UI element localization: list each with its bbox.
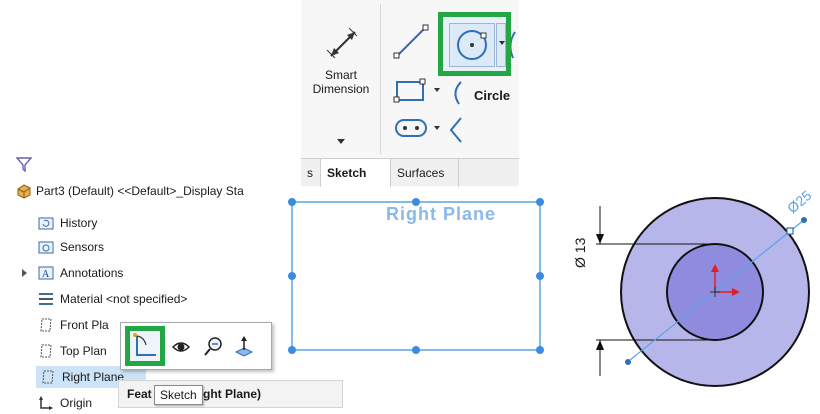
tree-item-label: Right Plane [62, 370, 125, 384]
sketch-icon [133, 333, 156, 356]
tree-item-label: Material <not specified> [60, 292, 188, 306]
circle-tooltip-label: Circle [474, 88, 511, 103]
circle-button-face[interactable] [449, 23, 495, 67]
tree-item-label: History [60, 216, 98, 230]
svg-text:A: A [42, 269, 50, 280]
origin-icon [39, 396, 53, 410]
plane-icon [40, 318, 52, 332]
part-icon [17, 184, 31, 199]
chevron-down-icon [499, 41, 505, 45]
tree-root-label: Part3 (Default) <<Default>_Display Sta [36, 184, 244, 198]
plane-icon [40, 344, 52, 358]
tree-item-label: Front Pla [60, 318, 109, 332]
history-folder-icon [38, 217, 54, 230]
smart-dimension-icon[interactable] [325, 26, 361, 62]
circle-dropdown[interactable] [496, 23, 506, 67]
tab-surfaces[interactable]: Surfaces [391, 159, 459, 187]
tree-root-part[interactable]: Part3 (Default) <<Default>_Display Sta [8, 180, 276, 202]
tab-sketch[interactable]: Sketch [321, 159, 391, 187]
slot-icon[interactable] [393, 116, 429, 140]
feature-name-bar: Feat ght Plane) [118, 380, 343, 408]
tab-features[interactable]: s [301, 159, 321, 187]
sketch-button[interactable] [125, 326, 165, 366]
material-icon [39, 293, 53, 305]
tree-item-label: Sensors [60, 240, 105, 254]
annotations-icon: A [38, 266, 54, 280]
context-toolbar [120, 322, 272, 370]
smart-dimension-button[interactable]: Smart Dimension [303, 68, 379, 96]
feature-bar-suffix: ght Plane) [203, 387, 262, 401]
arc-icon[interactable] [449, 80, 463, 106]
tree-item-label: Annotations [60, 266, 124, 280]
circle-icon [457, 30, 487, 60]
dim-handle [625, 359, 631, 365]
visibility-eye-icon[interactable] [171, 337, 191, 357]
feature-manager-tree: Part3 (Default) <<Default>_Display Sta H… [8, 152, 276, 414]
sensors-folder-icon [38, 241, 54, 254]
tree-item-history[interactable]: History [8, 212, 276, 234]
diameter-13-label[interactable]: Ø 13 [572, 238, 588, 268]
rectangle-dropdown[interactable] [434, 88, 440, 92]
tree-item-label: Origin [60, 396, 93, 410]
sketch-tooltip: Sketch [154, 385, 203, 405]
ribbon-tabs: s Sketch Surfaces [301, 158, 519, 187]
circle-sketch-graphic[interactable] [560, 176, 820, 414]
expand-arrow-icon[interactable] [22, 269, 27, 277]
ribbon-separator [380, 4, 381, 154]
polygon-icon[interactable] [449, 116, 463, 144]
tree-item-label: Top Plan [60, 344, 107, 358]
filter-icon[interactable] [16, 156, 32, 172]
feature-bar-prefix: Feat [127, 387, 152, 401]
plane-label: Right Plane [386, 204, 497, 224]
tree-item-sensors[interactable]: Sensors [8, 236, 276, 258]
plane-icon [42, 370, 54, 384]
tree-item-material[interactable]: Material <not specified> [8, 288, 276, 310]
rectangle-icon[interactable] [393, 78, 429, 106]
tree-item-origin[interactable]: Origin [8, 392, 120, 414]
smart-dimension-dropdown[interactable] [337, 139, 345, 144]
line-icon[interactable] [393, 24, 429, 60]
circle-button[interactable] [438, 12, 511, 76]
tree-item-top-plane[interactable]: Top Plan [8, 340, 120, 362]
zoom-to-selection-icon[interactable] [203, 335, 225, 357]
slot-dropdown[interactable] [434, 126, 440, 130]
tree-item-annotations[interactable]: A Annotations [8, 262, 276, 284]
tree-item-front-plane[interactable]: Front Pla [8, 314, 120, 336]
normal-to-icon[interactable] [233, 335, 255, 357]
